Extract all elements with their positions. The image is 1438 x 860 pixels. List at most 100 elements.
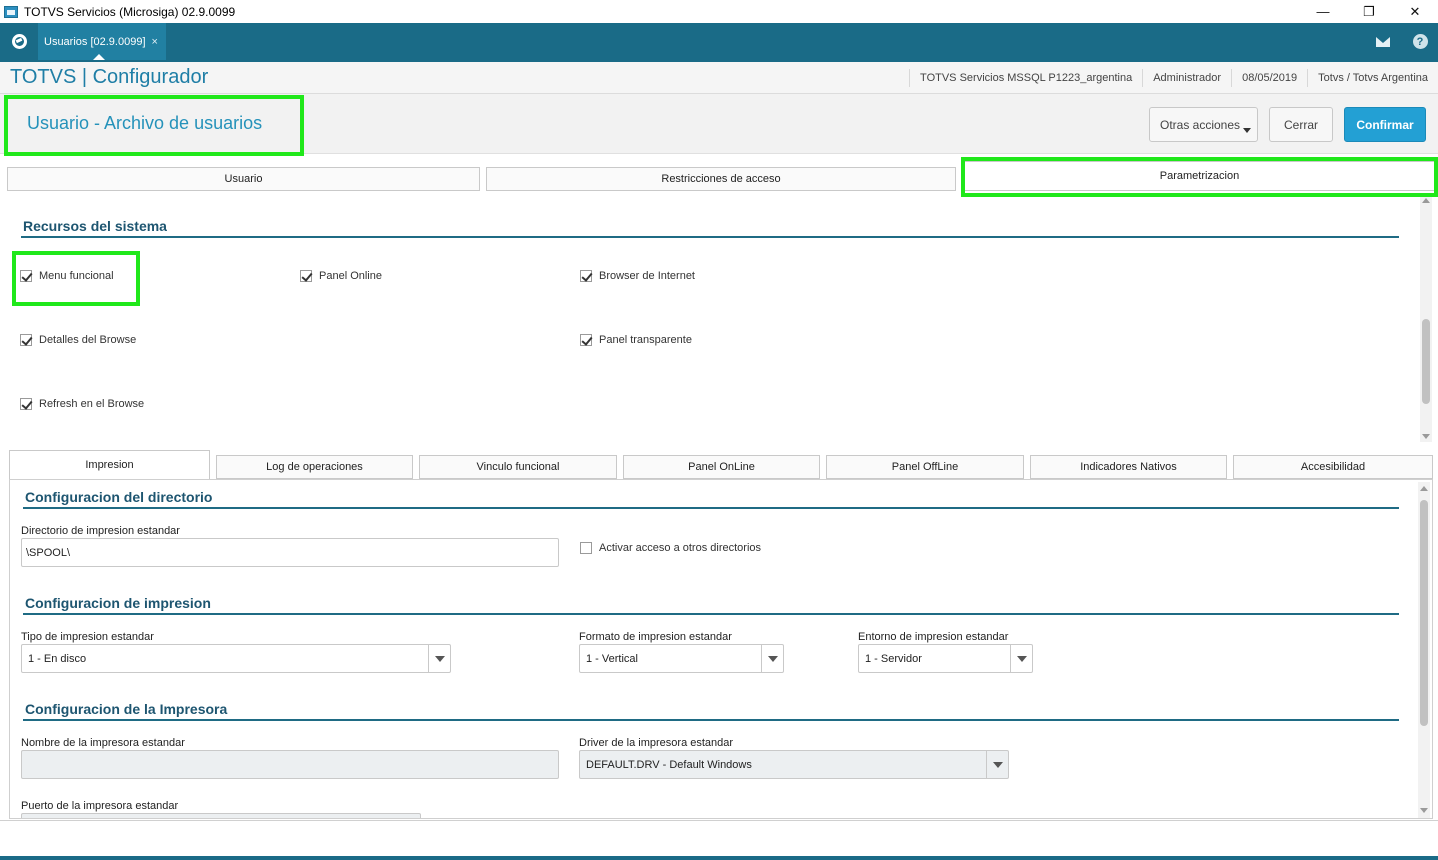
driver-dropdown-button[interactable] [986,751,1008,778]
page-title-bar: Usuario - Archivo de usuarios Otras acci… [0,94,1438,154]
formato-dropdown-button[interactable] [761,645,783,672]
tipo-value: 1 - En disco [28,652,87,665]
checkbox-empty-icon [580,542,592,554]
entorno-select[interactable]: 1 - Servidor [858,644,1033,673]
app-brand: TOTVS | Configurador [10,66,209,88]
subtab-vinculo-funcional[interactable]: Vinculo funcional [419,455,617,479]
detalles-browse-checkbox[interactable]: Detalles del Browse [20,334,136,346]
impresion-scrollbar[interactable] [1418,482,1430,818]
recursos-scrollbar[interactable] [1420,194,1432,442]
recursos-title: Recursos del sistema [23,218,167,234]
scrollbar-thumb[interactable] [1420,500,1428,726]
close-window-button[interactable]: ✕ [1392,0,1438,23]
subtab-log-operaciones[interactable]: Log de operaciones [216,455,413,479]
other-actions-button[interactable]: Otras acciones [1149,107,1258,142]
panel-transparente-checkbox[interactable]: Panel transparente [580,334,692,346]
dir-section-title: Configuracion del directorio [25,489,213,505]
window-controls: — ❐ ✕ [1300,0,1438,23]
page-title: Usuario - Archivo de usuarios [27,113,263,133]
mail-icon [1376,36,1390,47]
print-section-title: Configuracion de impresion [25,595,211,611]
subtab-impresion-label: Impresion [85,459,134,471]
printer-section-divider [23,719,1399,721]
dir-section-divider [23,507,1399,509]
window-title-bar: TOTVS Servicios (Microsiga) 02.9.0099 — … [0,0,1438,23]
tipo-select[interactable]: 1 - En disco [21,644,451,673]
formato-value: 1 - Vertical [586,652,638,665]
puerto-select[interactable] [21,813,421,818]
browser-internet-checkbox[interactable]: Browser de Internet [580,270,695,282]
printer-section-title: Configuracion de la Impresora [25,701,228,717]
confirm-button[interactable]: Confirmar [1344,107,1426,142]
dir-input[interactable]: \SPOOL\ [21,538,559,567]
chevron-down-icon [434,655,445,662]
panel-online-checkbox[interactable]: Panel Online [300,270,382,282]
other-dirs-checkbox[interactable]: Activar acceso a otros directorios [580,542,761,554]
scroll-down-icon[interactable] [1420,808,1428,813]
subtab-accesibilidad[interactable]: Accesibilidad [1233,455,1433,479]
app-header: TOTVS | Configurador TOTVS Servicios MSS… [0,60,1438,94]
subtab-impresion[interactable]: Impresion [9,450,210,480]
tab-close-icon[interactable]: × [152,36,158,48]
app-window-icon [4,5,18,18]
subtab-panel-offline[interactable]: Panel OffLine [826,455,1024,479]
footer-bar [0,856,1438,860]
chevron-down-icon [767,655,778,662]
check-icon [580,270,592,282]
scroll-up-icon[interactable] [1420,486,1428,491]
nombre-input[interactable] [21,750,559,779]
scroll-up-icon[interactable] [1422,198,1430,203]
driver-label: Driver de la impresora estandar [579,737,734,749]
header-user: Administrador [1142,69,1231,87]
driver-select[interactable]: DEFAULT.DRV - Default Windows [579,750,1009,779]
detalles-browse-label: Detalles del Browse [39,334,137,346]
totvs-home-button[interactable] [0,23,38,60]
subtab-panel-offline-label: Panel OffLine [891,461,959,473]
subtab-log-label: Log de operaciones [266,461,363,473]
close-button-label: Cerrar [1283,117,1318,132]
tab-restricciones[interactable]: Restricciones de acceso [486,167,956,191]
minimize-button[interactable]: — [1300,0,1346,23]
check-icon [20,398,32,410]
tab-parametrizacion[interactable]: Parametrizacion [964,161,1435,191]
subtab-accesibilidad-label: Accesibilidad [1300,461,1366,473]
totvs-logo-icon [11,34,27,49]
tab-usuario[interactable]: Usuario [7,167,480,191]
help-button[interactable]: ? [1402,23,1438,60]
check-icon [20,270,32,282]
menu-funcional-checkbox[interactable]: Menu funcional [20,270,114,282]
check-icon [20,334,32,346]
chevron-down-icon [1243,128,1251,133]
puerto-label: Puerto de la impresora estandar [21,800,179,812]
tipo-label: Tipo de impresion estandar [21,631,154,643]
help-icon: ? [1412,34,1428,49]
confirm-button-label: Confirmar [1356,117,1414,132]
chevron-down-icon [1016,655,1027,662]
nombre-label: Nombre de la impresora estandar [21,737,185,749]
subtab-panel-online[interactable]: Panel OnLine [623,455,820,479]
tipo-dropdown-button[interactable] [428,645,450,672]
refresh-browse-label: Refresh en el Browse [39,398,145,410]
tab-usuario-label: Usuario [224,173,263,185]
browser-internet-label: Browser de Internet [599,270,695,282]
refresh-browse-checkbox[interactable]: Refresh en el Browse [20,398,144,410]
menu-funcional-label: Menu funcional [39,270,114,282]
panel-online-label: Panel Online [319,270,382,282]
formato-select[interactable]: 1 - Vertical [579,644,784,673]
tab-parametrizacion-label: Parametrizacion [1159,170,1240,182]
panel-transparente-label: Panel transparente [599,334,692,346]
other-actions-label: Otras acciones [1160,117,1241,132]
header-date: 08/05/2019 [1231,69,1307,87]
scroll-down-icon[interactable] [1422,434,1430,439]
header-environment: TOTVS Servicios MSSQL P1223_argentina [909,69,1142,87]
tab-usuarios[interactable]: Usuarios [02.9.0099] × [38,23,166,60]
entorno-label: Entorno de impresion estandar [858,631,1009,643]
entorno-dropdown-button[interactable] [1010,645,1032,672]
close-button[interactable]: Cerrar [1269,107,1333,142]
messages-button[interactable] [1365,23,1401,60]
scrollbar-thumb[interactable] [1422,319,1430,404]
subtab-panel-online-label: Panel OnLine [688,461,755,473]
recursos-panel: Recursos del sistema Menu funcional Pane… [8,191,1434,444]
subtab-indicadores-nativos[interactable]: Indicadores Nativos [1030,455,1227,479]
restore-button[interactable]: ❐ [1346,0,1392,23]
